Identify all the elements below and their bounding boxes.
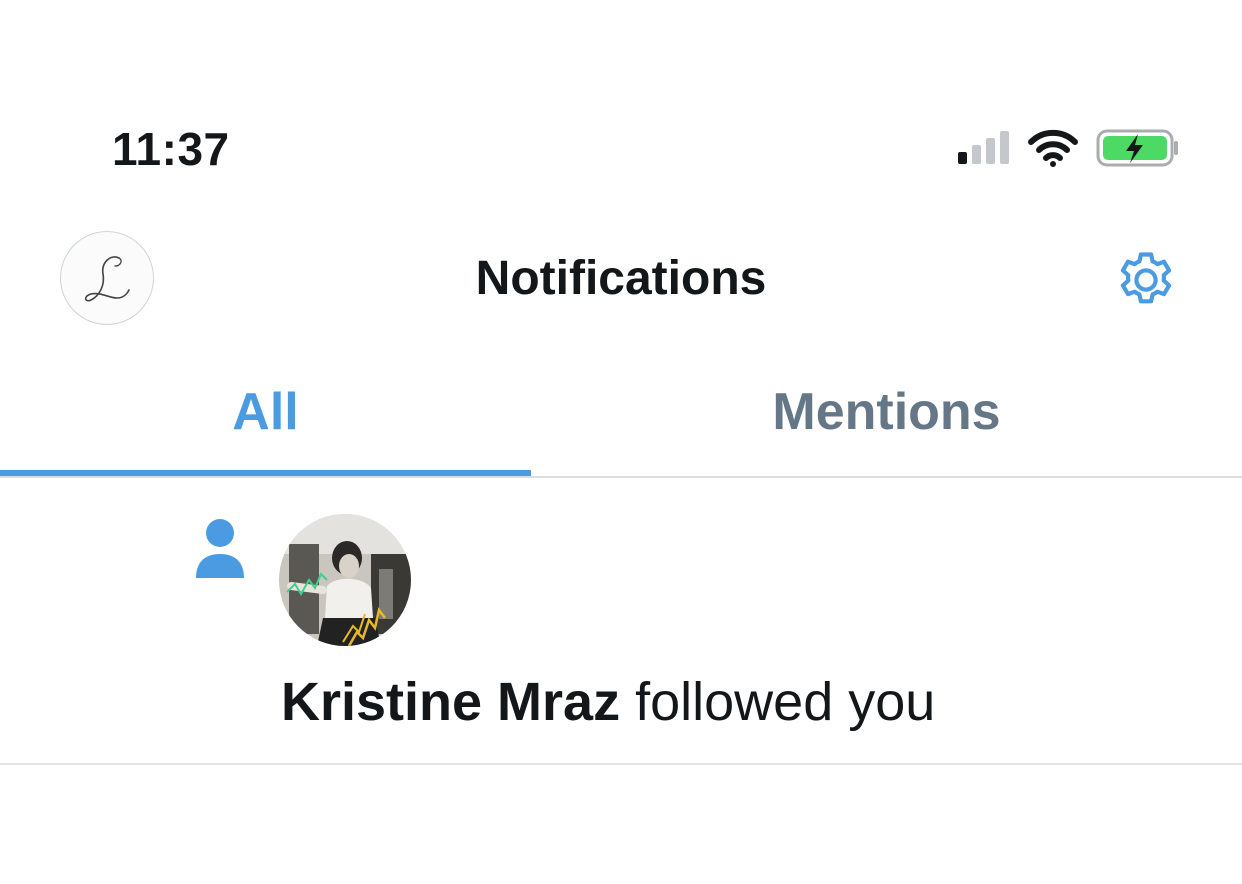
tab-all[interactable]: All: [0, 352, 531, 472]
tab-bar: All Mentions: [0, 352, 1242, 478]
row-divider: [0, 763, 1242, 765]
notification-text: Kristine Mraz followed you: [281, 670, 935, 734]
user-avatar-image: [279, 514, 411, 646]
notification-action: followed you: [620, 672, 936, 732]
status-time: 11:37: [112, 123, 230, 175]
wifi-icon: [1028, 129, 1078, 167]
notifications-screen: 11:37 Notifications All Mentions Kristin…: [0, 0, 1242, 884]
notification-item[interactable]: Kristine Mraz followed you: [0, 478, 1242, 764]
battery-charging-icon: [1096, 129, 1178, 167]
cellular-signal-icon: [958, 131, 1009, 164]
status-icons: [955, 128, 1180, 170]
page-title: Notifications: [475, 252, 767, 305]
user-avatar[interactable]: [279, 514, 411, 646]
settings-button[interactable]: [1110, 244, 1182, 316]
tab-mentions[interactable]: Mentions: [531, 352, 1242, 472]
person-icon: [196, 519, 244, 578]
gear-icon: [1120, 252, 1172, 304]
notification-user-name[interactable]: Kristine Mraz: [281, 672, 620, 732]
